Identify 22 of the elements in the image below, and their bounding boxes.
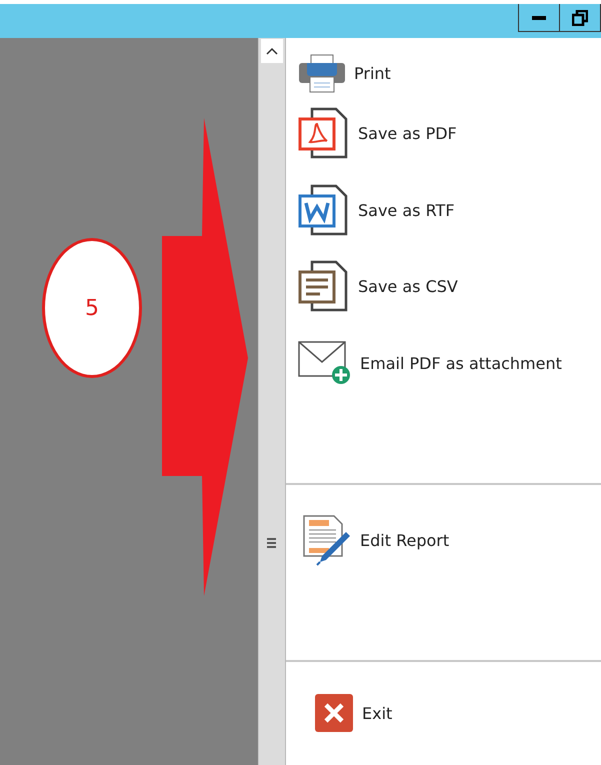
- text-document-icon: [298, 260, 350, 312]
- scrollbar[interactable]: [258, 38, 286, 765]
- chevron-up-icon: [266, 47, 278, 55]
- minimize-icon: [532, 16, 546, 20]
- menu-item[interactable]: Exit: [286, 686, 601, 740]
- word-document-icon: [298, 184, 350, 236]
- menu-item[interactable]: Save as PDF: [286, 94, 601, 172]
- menu-item[interactable]: Save as CSV: [286, 248, 601, 324]
- menu-item[interactable]: Save as RTF: [286, 172, 601, 248]
- grip-icon[interactable]: [267, 538, 276, 548]
- minimize-button[interactable]: [518, 4, 560, 32]
- pdf-document-icon: [298, 107, 350, 159]
- close-icon: [314, 693, 354, 733]
- menu-item[interactable]: Email PDF as attachment: [286, 324, 601, 402]
- menu-item[interactable]: Edit Report: [286, 515, 601, 565]
- envelope-plus-icon: [298, 341, 352, 385]
- restore-icon: [572, 10, 588, 26]
- menu-item[interactable]: Print: [286, 52, 601, 94]
- printer-icon: [298, 53, 346, 93]
- restore-button[interactable]: [559, 4, 601, 32]
- scroll-up-button[interactable]: [260, 38, 284, 64]
- step-number: 5: [42, 238, 142, 378]
